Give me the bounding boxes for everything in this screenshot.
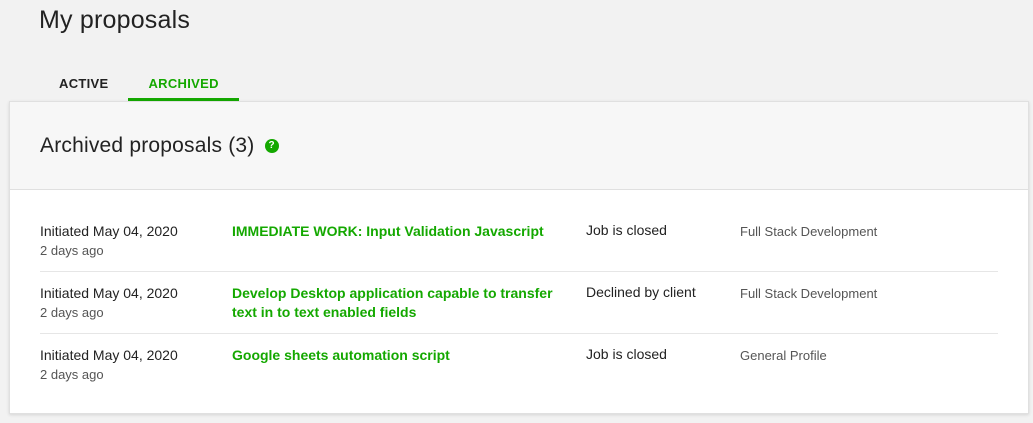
proposal-row: Initiated May 04, 2020 2 days ago Google… bbox=[40, 334, 998, 396]
proposal-status: Job is closed bbox=[586, 222, 667, 238]
proposal-age: 2 days ago bbox=[40, 305, 104, 320]
proposal-age: 2 days ago bbox=[40, 367, 104, 382]
page: My proposals ACTIVE ARCHIVED Archived pr… bbox=[0, 0, 1033, 423]
proposal-date: Initiated May 04, 2020 bbox=[40, 285, 178, 301]
proposal-status: Job is closed bbox=[586, 346, 667, 362]
proposal-list: Initiated May 04, 2020 2 days ago IMMEDI… bbox=[10, 190, 1028, 396]
proposal-title-cell: IMMEDIATE WORK: Input Validation Javascr… bbox=[232, 222, 586, 271]
proposal-row: Initiated May 04, 2020 2 days ago IMMEDI… bbox=[40, 210, 998, 272]
proposal-status: Declined by client bbox=[586, 284, 696, 300]
proposal-age: 2 days ago bbox=[40, 243, 104, 258]
proposal-profile: Full Stack Development bbox=[740, 286, 878, 301]
tab-archived[interactable]: ARCHIVED bbox=[128, 68, 239, 101]
proposal-date-cell: Initiated May 04, 2020 2 days ago bbox=[40, 222, 232, 271]
tab-bar: ACTIVE ARCHIVED bbox=[39, 68, 239, 101]
proposal-title-cell: Google sheets automation script bbox=[232, 346, 586, 396]
proposal-title-link[interactable]: Develop Desktop application capable to t… bbox=[232, 285, 553, 320]
proposal-date: Initiated May 04, 2020 bbox=[40, 223, 178, 239]
proposal-title-link[interactable]: IMMEDIATE WORK: Input Validation Javascr… bbox=[232, 223, 544, 239]
proposal-date: Initiated May 04, 2020 bbox=[40, 347, 178, 363]
proposal-date-cell: Initiated May 04, 2020 2 days ago bbox=[40, 346, 232, 396]
archived-proposals-card: Archived proposals (3) ? Initiated May 0… bbox=[9, 101, 1029, 414]
tab-active[interactable]: ACTIVE bbox=[39, 68, 128, 101]
proposal-profile: General Profile bbox=[740, 348, 827, 363]
proposal-row: Initiated May 04, 2020 2 days ago Develo… bbox=[40, 272, 998, 334]
card-header: Archived proposals (3) ? bbox=[10, 102, 1028, 190]
page-title: My proposals bbox=[39, 6, 191, 34]
proposal-title-cell: Develop Desktop application capable to t… bbox=[232, 284, 586, 333]
proposal-date-cell: Initiated May 04, 2020 2 days ago bbox=[40, 284, 232, 333]
proposal-profile: Full Stack Development bbox=[740, 224, 878, 239]
proposal-title-link[interactable]: Google sheets automation script bbox=[232, 347, 450, 363]
card-title: Archived proposals (3) bbox=[40, 133, 255, 157]
question-circle-icon[interactable]: ? bbox=[264, 138, 279, 153]
